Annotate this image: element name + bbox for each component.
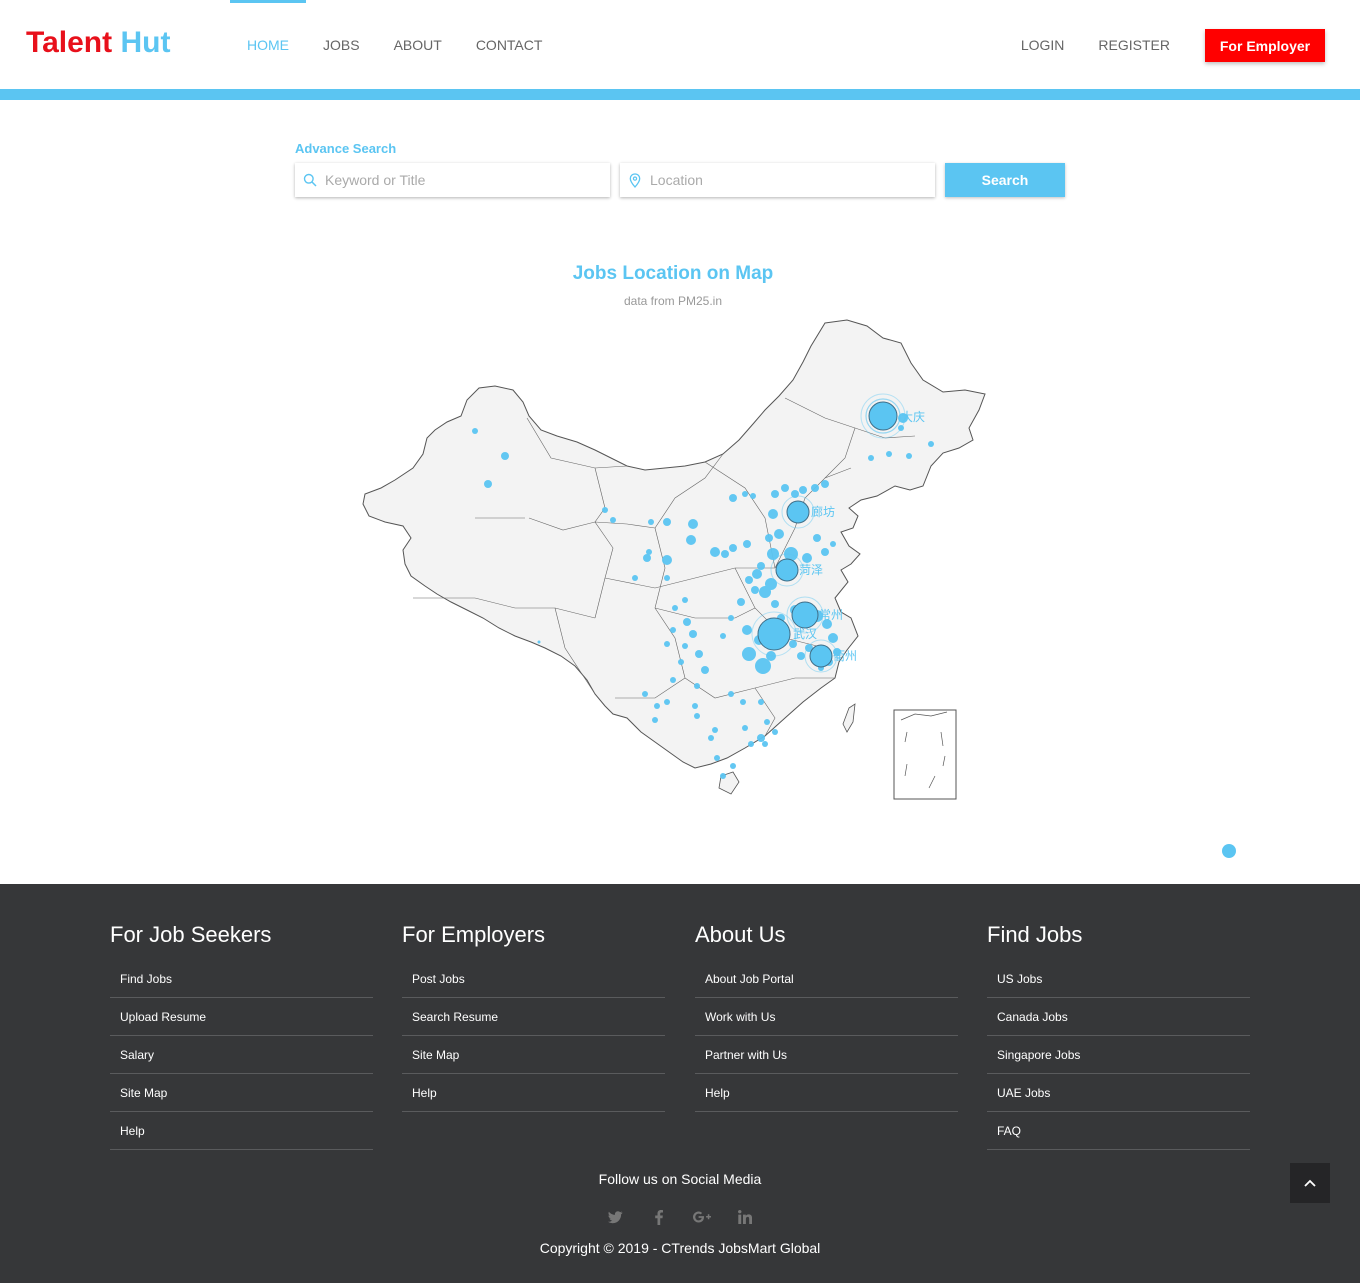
twitter-icon[interactable] xyxy=(607,1206,625,1228)
footer-link-help[interactable]: Help xyxy=(695,1074,958,1112)
map-pin-icon xyxy=(620,172,650,188)
svg-text:衢州: 衢州 xyxy=(833,649,857,663)
footer-column-title: Find Jobs xyxy=(987,922,1083,947)
main-nav: HOME JOBS ABOUT CONTACT xyxy=(230,0,559,89)
taiwan-island xyxy=(842,703,856,733)
footer-column-job-seekers: For Job Seekers Find Jobs Upload Resume … xyxy=(110,922,373,1150)
map-subtitle: data from PM25.in xyxy=(623,294,723,308)
footer-column-title: About Us xyxy=(695,922,786,947)
floating-indicator-dot[interactable] xyxy=(1222,844,1236,858)
footer-link-partner-with-us[interactable]: Partner with Us xyxy=(695,1036,958,1074)
footer-column-title: For Job Seekers xyxy=(110,922,272,947)
footer-column-find-jobs: Find Jobs US Jobs Canada Jobs Singapore … xyxy=(987,922,1250,1150)
follow-us-text: Follow us on Social Media xyxy=(598,1171,762,1187)
footer-link-help[interactable]: Help xyxy=(402,1074,665,1112)
footer-link-help[interactable]: Help xyxy=(110,1112,373,1150)
scroll-to-top-button[interactable] xyxy=(1290,1163,1330,1203)
jobs-location-map[interactable]: 大庆 廊坊 菏泽 常州 武汉 衢州 xyxy=(355,318,995,808)
south-china-sea-inset xyxy=(893,709,957,800)
china-landmass xyxy=(362,319,986,769)
svg-text:武汉: 武汉 xyxy=(793,627,817,641)
nav-register[interactable]: REGISTER xyxy=(1081,0,1187,89)
svg-text:菏泽: 菏泽 xyxy=(799,563,823,577)
footer-link-us-jobs[interactable]: US Jobs xyxy=(987,960,1250,998)
map-title: Jobs Location on Map xyxy=(572,263,774,284)
footer-column-title: For Employers xyxy=(402,922,546,947)
svg-text:大庆: 大庆 xyxy=(901,410,925,424)
footer-link-work-with-us[interactable]: Work with Us xyxy=(695,998,958,1036)
footer-link-singapore-jobs[interactable]: Singapore Jobs xyxy=(987,1036,1250,1074)
logo-part-hut: Hut xyxy=(120,26,171,59)
footer-column-about-us: About Us About Job Portal Work with Us P… xyxy=(695,922,958,1112)
location-input[interactable] xyxy=(650,172,910,188)
chevron-up-icon xyxy=(1304,1174,1316,1192)
nav-jobs[interactable]: JOBS xyxy=(306,0,377,89)
footer-link-salary[interactable]: Salary xyxy=(110,1036,373,1074)
nav-contact[interactable]: CONTACT xyxy=(459,0,560,89)
linkedin-icon[interactable] xyxy=(736,1206,754,1228)
footer-link-upload-resume[interactable]: Upload Resume xyxy=(110,998,373,1036)
nav-home[interactable]: HOME xyxy=(230,0,306,89)
search-button[interactable]: Search xyxy=(945,163,1065,197)
footer-link-about-job-portal[interactable]: About Job Portal xyxy=(695,960,958,998)
keyword-field xyxy=(295,163,610,197)
advance-search-label: Advance Search xyxy=(295,141,397,156)
google-plus-icon[interactable] xyxy=(692,1206,711,1228)
logo-part-talent: Talent xyxy=(26,26,113,59)
social-links xyxy=(0,1206,1360,1228)
header-accent-bar xyxy=(0,89,1360,100)
footer-link-faq[interactable]: FAQ xyxy=(987,1112,1250,1150)
copyright-text: Copyright © 2019 - CTrends JobsMart Glob… xyxy=(539,1240,821,1256)
nav-login[interactable]: LOGIN xyxy=(1004,0,1082,89)
svg-text:常州: 常州 xyxy=(819,608,843,622)
footer-link-find-jobs[interactable]: Find Jobs xyxy=(110,960,373,998)
site-header: Talent Hut HOME JOBS ABOUT CONTACT LOGIN… xyxy=(0,0,1360,89)
location-field xyxy=(620,163,935,197)
footer-link-post-jobs[interactable]: Post Jobs xyxy=(402,960,665,998)
facebook-icon[interactable] xyxy=(650,1206,668,1228)
site-logo[interactable]: Talent Hut xyxy=(26,26,170,60)
footer-link-site-map[interactable]: Site Map xyxy=(110,1074,373,1112)
site-footer: For Job Seekers Find Jobs Upload Resume … xyxy=(0,884,1360,1283)
for-employer-button[interactable]: For Employer xyxy=(1205,29,1325,62)
keyword-input[interactable] xyxy=(325,172,585,188)
footer-link-site-map[interactable]: Site Map xyxy=(402,1036,665,1074)
footer-link-canada-jobs[interactable]: Canada Jobs xyxy=(987,998,1250,1036)
footer-link-uae-jobs[interactable]: UAE Jobs xyxy=(987,1074,1250,1112)
account-nav: LOGIN REGISTER xyxy=(1004,0,1187,89)
svg-text:廊坊: 廊坊 xyxy=(811,504,835,519)
nav-about[interactable]: ABOUT xyxy=(377,0,459,89)
footer-link-search-resume[interactable]: Search Resume xyxy=(402,998,665,1036)
footer-column-employers: For Employers Post Jobs Search Resume Si… xyxy=(402,922,665,1112)
search-icon xyxy=(295,173,325,187)
